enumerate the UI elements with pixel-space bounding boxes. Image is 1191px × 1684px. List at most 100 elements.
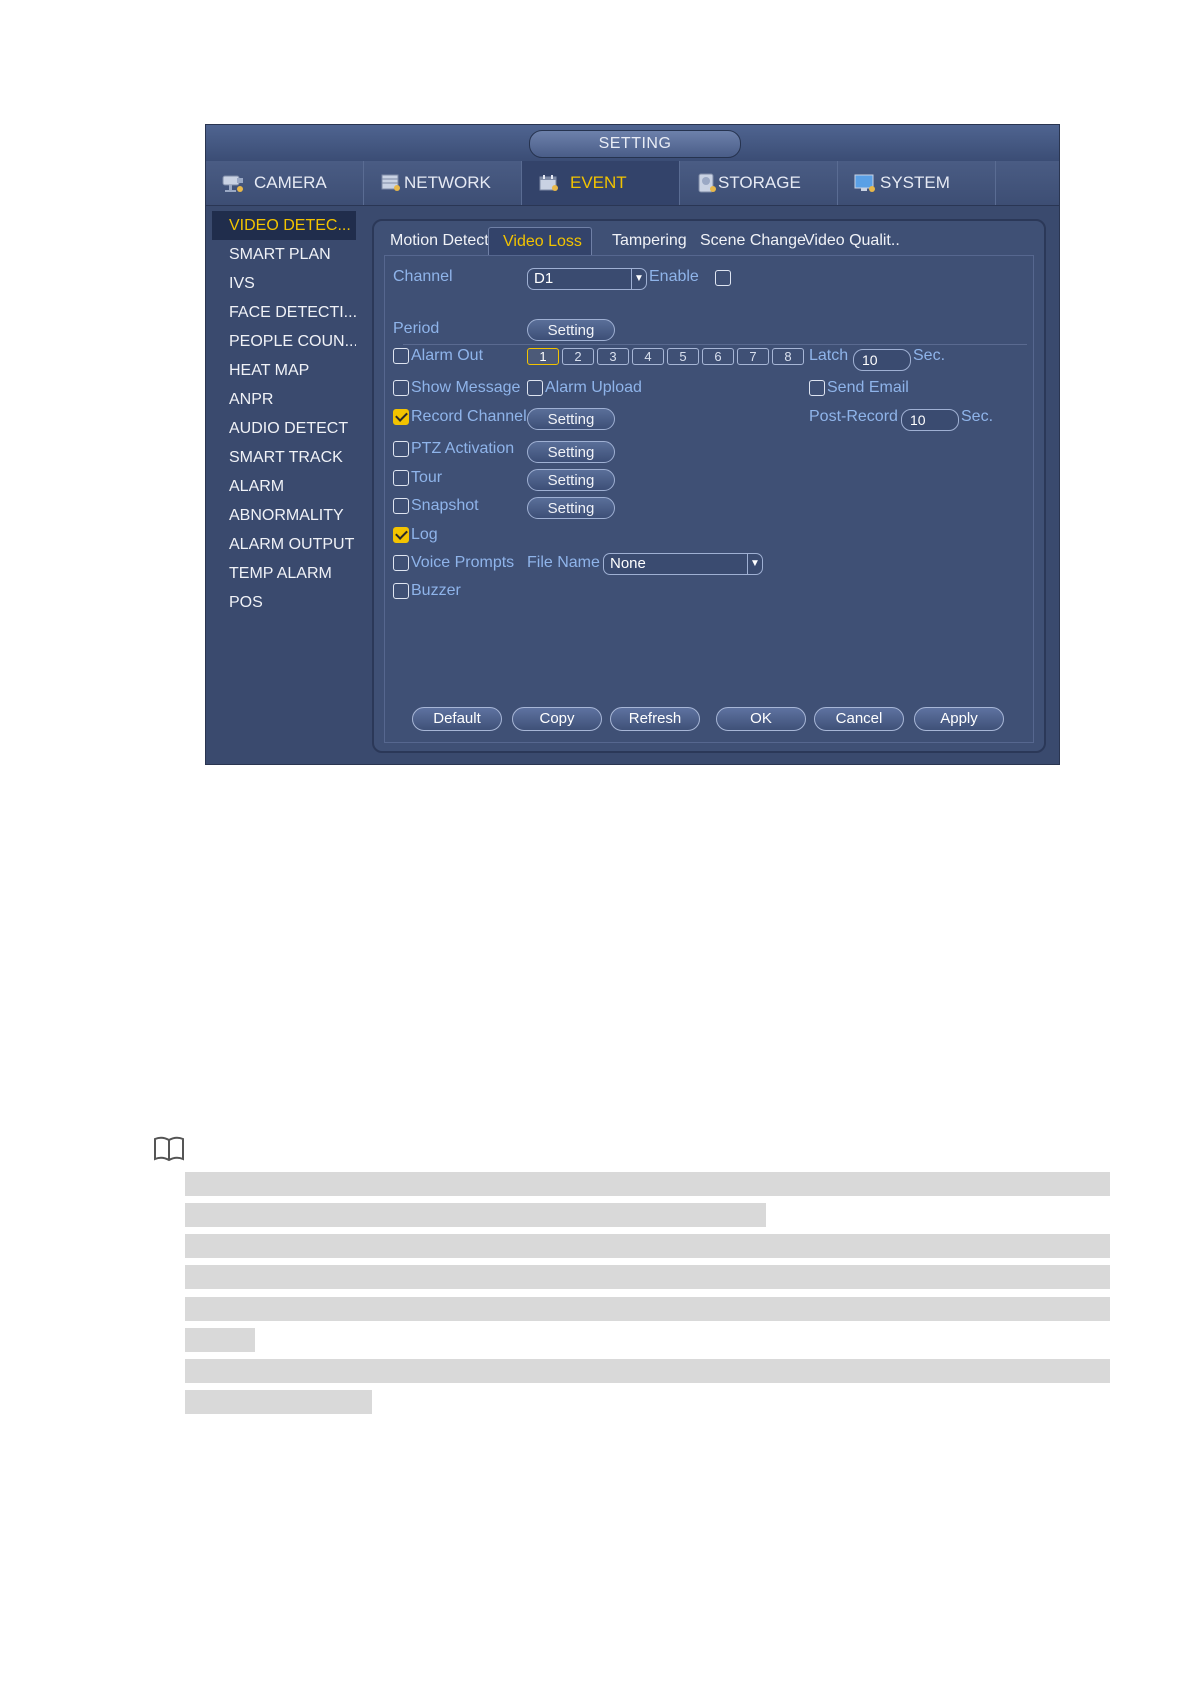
tab-network-label: NETWORK: [404, 173, 491, 192]
sidebar-item-ivs[interactable]: IVS: [212, 269, 356, 298]
voice-prompts-label: Voice Prompts: [411, 554, 515, 571]
sidebar-item-smart-track[interactable]: SMART TRACK: [212, 443, 356, 472]
sidebar-item-pos[interactable]: POS: [212, 588, 356, 617]
note-text-redacted-line: [185, 1234, 1110, 1258]
subtab-video-quality[interactable]: Video Qualit..: [798, 227, 906, 255]
log-label: Log: [411, 526, 438, 543]
sidebar-item-alarm-output[interactable]: ALARM OUTPUT: [212, 530, 356, 559]
system-icon: [854, 174, 875, 192]
chevron-down-icon: ▼: [747, 554, 762, 574]
sidebar-item-alarm[interactable]: ALARM: [212, 472, 356, 501]
channel-select-value: D1: [534, 270, 554, 287]
storage-icon: [698, 173, 716, 193]
alarm-out-channel-7[interactable]: 7: [737, 348, 769, 365]
default-button[interactable]: Default: [412, 707, 502, 731]
event-sidebar: VIDEO DETEC... SMART PLAN IVS FACE DETEC…: [212, 211, 356, 617]
snapshot-setting-button[interactable]: Setting: [527, 497, 615, 519]
sidebar-item-smart-plan[interactable]: SMART PLAN: [212, 240, 356, 269]
alarm-out-channel-4[interactable]: 4: [632, 348, 664, 365]
network-icon: [381, 174, 400, 191]
note-text-redacted-line: [185, 1172, 1110, 1196]
tab-event[interactable]: EVENT: [522, 161, 680, 205]
alarm-upload-checkbox[interactable]: [527, 380, 543, 396]
file-name-select-value: None: [610, 555, 646, 572]
book-icon: [154, 1136, 184, 1162]
alarm-upload-label: Alarm Upload: [545, 379, 642, 396]
subtab-video-loss[interactable]: Video Loss: [488, 227, 592, 255]
sidebar-item-face-detect[interactable]: FACE DETECTI...: [212, 298, 356, 327]
sidebar-item-heat-map[interactable]: HEAT MAP: [212, 356, 356, 385]
record-channel-label: Record Channel: [411, 408, 527, 425]
note-text-redacted-line: [185, 1203, 766, 1227]
note-text-redacted-line: [185, 1297, 1110, 1321]
tab-system-label: SYSTEM: [880, 173, 950, 192]
subtab-tampering[interactable]: Tampering: [606, 227, 693, 255]
event-icon: [539, 175, 558, 191]
file-name-label: File Name: [527, 554, 600, 571]
log-checkbox[interactable]: [393, 527, 409, 543]
channel-select[interactable]: D1 ▼: [527, 268, 647, 290]
ptz-activation-checkbox[interactable]: [393, 441, 409, 457]
snapshot-label: Snapshot: [411, 497, 479, 514]
note-text-redacted-line: [185, 1390, 372, 1414]
post-record-label: Post-Record: [809, 408, 898, 425]
divider: [403, 344, 1027, 345]
snapshot-checkbox[interactable]: [393, 498, 409, 514]
show-message-checkbox[interactable]: [393, 380, 409, 396]
title-bar: SETTING: [206, 125, 1059, 162]
tab-storage[interactable]: STORAGE: [680, 161, 838, 205]
sidebar-item-video-detect[interactable]: VIDEO DETEC...: [212, 211, 356, 240]
record-channel-setting-button[interactable]: Setting: [527, 408, 615, 430]
alarm-out-channel-5[interactable]: 5: [667, 348, 699, 365]
post-record-sec-label: Sec.: [961, 408, 994, 425]
sidebar-item-audio-detect[interactable]: AUDIO DETECT: [212, 414, 356, 443]
sidebar-item-anpr[interactable]: ANPR: [212, 385, 356, 414]
voice-prompts-checkbox[interactable]: [393, 555, 409, 571]
tour-label: Tour: [411, 469, 443, 486]
tab-event-label: EVENT: [570, 173, 627, 192]
file-name-select[interactable]: None ▼: [603, 553, 763, 575]
period-setting-button[interactable]: Setting: [527, 319, 615, 341]
period-label: Period: [393, 320, 440, 337]
latch-input[interactable]: 10: [853, 349, 911, 371]
post-record-input[interactable]: 10: [901, 409, 959, 431]
buzzer-label: Buzzer: [411, 582, 461, 599]
subtab-motion-detect[interactable]: Motion Detect: [384, 227, 495, 255]
tab-system[interactable]: SYSTEM: [838, 161, 996, 205]
window-title: SETTING: [529, 130, 741, 158]
cancel-button[interactable]: Cancel: [814, 707, 904, 731]
video-detect-panel: Motion Detect Video Loss Tampering Scene…: [372, 219, 1046, 753]
note-text-redacted-line: [185, 1265, 1110, 1289]
alarm-out-channel-2[interactable]: 2: [562, 348, 594, 365]
alarm-out-checkbox[interactable]: [393, 348, 409, 364]
note-text-redacted-line: [185, 1328, 255, 1352]
alarm-out-channel-8[interactable]: 8: [772, 348, 804, 365]
chevron-down-icon: ▼: [631, 269, 646, 289]
subtab-scene-change[interactable]: Scene Change: [694, 227, 812, 255]
apply-button[interactable]: Apply: [914, 707, 1004, 731]
alarm-out-channel-3[interactable]: 3: [597, 348, 629, 365]
tab-storage-label: STORAGE: [718, 173, 801, 192]
tour-setting-button[interactable]: Setting: [527, 469, 615, 491]
sidebar-item-temp-alarm[interactable]: TEMP ALARM: [212, 559, 356, 588]
ptz-activation-setting-button[interactable]: Setting: [527, 441, 615, 463]
alarm-out-label: Alarm Out: [411, 347, 484, 364]
latch-label: Latch: [809, 347, 849, 364]
record-channel-checkbox[interactable]: [393, 409, 409, 425]
copy-button[interactable]: Copy: [512, 707, 602, 731]
channel-label: Channel: [393, 268, 453, 285]
send-email-checkbox[interactable]: [809, 380, 825, 396]
tab-network[interactable]: NETWORK: [364, 161, 522, 205]
tab-camera[interactable]: CAMERA: [206, 161, 364, 205]
enable-checkbox[interactable]: [715, 270, 731, 286]
sidebar-item-abnormality[interactable]: ABNORMALITY: [212, 501, 356, 530]
refresh-button[interactable]: Refresh: [610, 707, 700, 731]
buzzer-checkbox[interactable]: [393, 583, 409, 599]
alarm-out-channel-1[interactable]: 1: [527, 348, 559, 365]
alarm-out-channel-6[interactable]: 6: [702, 348, 734, 365]
latch-sec-label: Sec.: [913, 347, 946, 364]
tour-checkbox[interactable]: [393, 470, 409, 486]
ok-button[interactable]: OK: [716, 707, 806, 731]
sidebar-item-people-count[interactable]: PEOPLE COUN...: [212, 327, 356, 356]
camera-icon: [222, 175, 243, 192]
